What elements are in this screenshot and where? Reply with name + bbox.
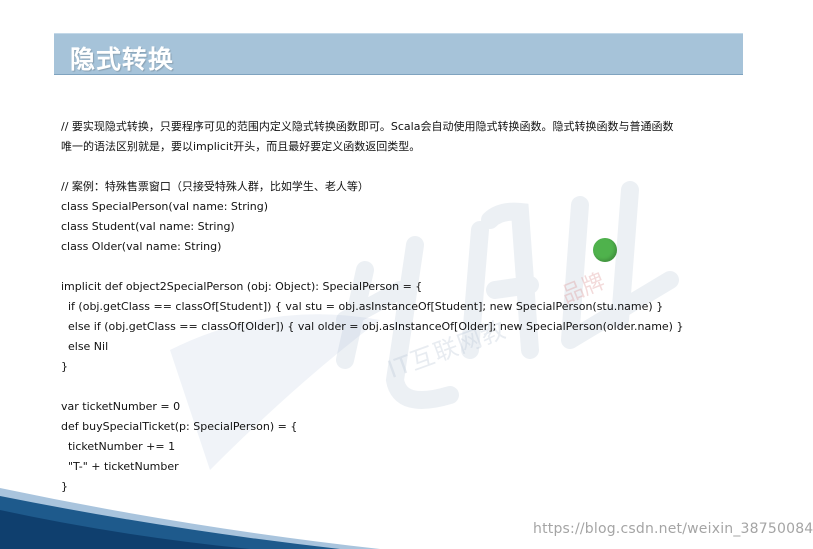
code-line: else Nil xyxy=(61,340,109,353)
title-bar: 隐式转换 xyxy=(54,33,743,75)
code-line: 唯一的语法区别就是，要以implicit开头，而且最好要定义函数返回类型。 xyxy=(61,140,421,153)
code-line: "T-" + ticketNumber xyxy=(61,460,179,473)
code-line: var ticketNumber = 0 xyxy=(61,400,181,413)
code-line: implicit def object2SpecialPerson (obj: … xyxy=(61,280,423,293)
code-line: class SpecialPerson(val name: String) xyxy=(61,200,269,213)
code-line: class Student(val name: String) xyxy=(61,220,235,233)
code-block: // 要实现隐式转换，只要程序可见的范围内定义隐式转换函数即可。Scala会自动… xyxy=(61,117,751,497)
decorative-swoosh xyxy=(0,488,380,549)
code-line: class Older(val name: String) xyxy=(61,240,222,253)
code-line: ticketNumber += 1 xyxy=(61,440,176,453)
url-watermark: https://blog.csdn.net/weixin_38750084 xyxy=(533,521,813,537)
code-line: def buySpecialTicket(p: SpecialPerson) =… xyxy=(61,420,298,433)
code-line: else if (obj.getClass == classOf[Older])… xyxy=(61,320,684,333)
slide: 品牌 IT互联网教 隐式转换 // 要实现隐式转换，只要程序可见的范围内定义隐式… xyxy=(0,0,813,549)
code-line: if (obj.getClass == classOf[Student]) { … xyxy=(61,300,664,313)
slide-title: 隐式转换 xyxy=(70,45,175,74)
code-line: // 案例：特殊售票窗口（只接受特殊人群，比如学生、老人等） xyxy=(61,180,369,193)
code-line: } xyxy=(61,360,68,373)
code-line: // 要实现隐式转换，只要程序可见的范围内定义隐式转换函数即可。Scala会自动… xyxy=(61,120,674,133)
